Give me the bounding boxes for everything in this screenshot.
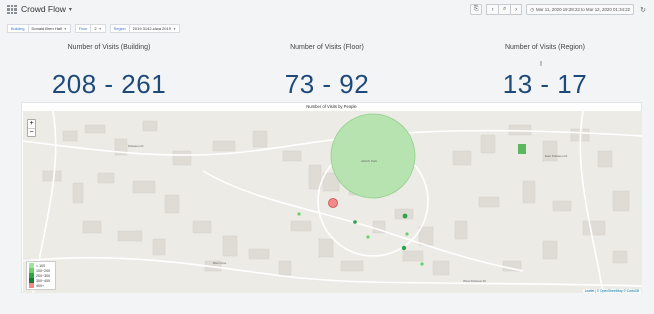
- stat-value-building: 208 - 261: [51, 69, 167, 99]
- caret-down-icon: ▼: [172, 26, 176, 31]
- share-icon: ⎘: [473, 6, 479, 12]
- refresh-icon: ↻: [640, 6, 646, 14]
- variable-label-region: Region: [109, 24, 130, 33]
- time-forward-button[interactable]: ›: [510, 4, 523, 15]
- stat-title-region: Number of Visits (Region): [504, 44, 585, 51]
- map-base-layer: [23, 111, 642, 293]
- stat-title-building: Number of Visits (Building): [67, 44, 151, 51]
- dashboard-title-text: Crowd Flow: [21, 4, 66, 14]
- street-label: East Peltason Dr: [545, 154, 568, 158]
- street-label: Bison Ave: [213, 261, 227, 265]
- legend-label: 200~300: [36, 273, 51, 278]
- street-label: West Peltason Dr: [463, 279, 487, 283]
- park-label: Aldrich Park: [361, 159, 378, 163]
- legend-label: 300~400: [36, 278, 51, 283]
- zoom-in-button[interactable]: +: [28, 120, 35, 128]
- variable-label-floor: Floor: [74, 24, 92, 33]
- map-panel-title: Number of Visits by People: [306, 104, 357, 109]
- stat-title-floor: Number of Visits (Floor): [290, 44, 364, 51]
- variable-label-building: Building: [7, 24, 29, 33]
- share-button[interactable]: ⎘: [470, 4, 483, 15]
- time-back-button[interactable]: ‹: [486, 4, 499, 15]
- map-zoom-control: + −: [27, 119, 36, 137]
- clock-icon: ◷: [530, 6, 534, 12]
- zoom-out-button[interactable]: −: [28, 128, 35, 136]
- chevron-down-icon: ▾: [68, 6, 72, 13]
- stat-value-floor: 73 - 92: [284, 69, 370, 99]
- legend-swatch: [29, 283, 34, 288]
- variable-value-floor: 2: [94, 26, 97, 31]
- variable-select-building[interactable]: Donald Bren Hall ▼: [28, 24, 71, 33]
- map-legend: < 100 100~200 200~300 300~400 400+: [26, 261, 56, 290]
- stat-panel-building: Number of Visits (Building) 208 - 261: [0, 44, 218, 100]
- toolbar-right: ⎘ ‹ ⌕ › ◷ Mar 11, 2020 19:28:22 to Mar 1…: [470, 4, 646, 15]
- variable-value-building: Donald Bren Hall: [31, 26, 62, 31]
- variable-select-region[interactable]: 2019 3142-clwa 2019 ▼: [129, 24, 180, 33]
- time-shift-group: ‹ ⌕ ›: [486, 4, 523, 15]
- caret-down-icon: ▼: [98, 26, 102, 31]
- zoom-out-icon: ⌕: [502, 6, 507, 12]
- legend-label: 400+: [36, 283, 45, 288]
- variable-value-region: 2019 3142-clwa 2019: [132, 26, 171, 31]
- map-attribution[interactable]: Leaflet | © OpenStreetMap © CartoDB: [582, 289, 641, 293]
- stat-value-region: 13 - 17: [502, 69, 588, 99]
- time-range-text: Mar 11, 2020 19:28:22 to Mar 12, 2020 01…: [535, 7, 631, 12]
- street-label: Peltason Dr: [128, 144, 144, 148]
- legend-label: 100~200: [36, 268, 51, 273]
- forward-icon: ›: [515, 6, 518, 13]
- legend-row: 400+: [29, 283, 53, 288]
- text-cursor-icon: I: [540, 61, 542, 68]
- back-icon: ‹: [491, 6, 494, 13]
- caret-down-icon: ▼: [63, 26, 67, 31]
- top-navbar: Crowd Flow ▾ ⎘ ‹ ⌕ › ◷ Mar 11, 2020 19:2…: [0, 0, 654, 20]
- stat-panel-region: Number of Visits (Region) 13 - 17: [436, 44, 654, 100]
- template-variables: Building Donald Bren Hall ▼ Floor 2 ▼ Regi…: [7, 24, 180, 33]
- campus-map[interactable]: Peltason Dr Aldrich Park East Peltason D…: [23, 111, 642, 293]
- map-panel: Number of Visits by People Peltason Dr A…: [21, 102, 642, 293]
- variable-select-floor[interactable]: 2 ▼: [91, 24, 106, 33]
- dashboard-title[interactable]: Crowd Flow ▾: [21, 4, 72, 14]
- stat-panel-floor: Number of Visits (Floor) 73 - 92: [218, 44, 436, 100]
- time-range-picker[interactable]: ◷ Mar 11, 2020 19:28:22 to Mar 12, 2020 …: [526, 4, 635, 15]
- legend-label: < 100: [36, 263, 46, 268]
- zoom-out-button[interactable]: ⌕: [498, 4, 511, 15]
- dashboard-grid-icon[interactable]: [7, 5, 17, 14]
- refresh-button[interactable]: ↻: [640, 6, 646, 14]
